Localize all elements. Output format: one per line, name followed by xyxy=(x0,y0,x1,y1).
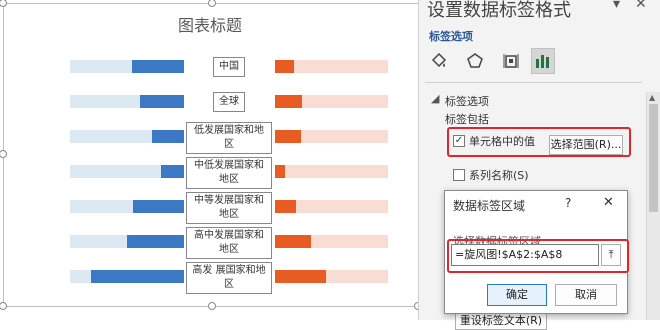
left-bar[interactable] xyxy=(133,200,184,213)
category-label-line: 全球 xyxy=(219,96,239,107)
value-from-cells-label: 单元格中的值 xyxy=(469,135,535,148)
cancel-button[interactable]: 取消 xyxy=(555,284,617,306)
data-label-range-dialog: 数据标签区域 ? ✕ 选择数据标签区域 =旋风图!$A$2:$A$8 ⤒ 确定 … xyxy=(444,190,629,314)
series-name-checkbox[interactable] xyxy=(453,169,465,181)
right-bar[interactable] xyxy=(275,200,296,213)
pane-scrollbar[interactable]: ▲ xyxy=(646,92,660,320)
category-label-line: 中国 xyxy=(219,61,239,72)
left-bar[interactable] xyxy=(140,95,184,108)
scrollbar-thumb[interactable] xyxy=(649,104,658,212)
category-label-line: 区 xyxy=(224,279,234,290)
value-from-cells-checkbox[interactable]: ✓ xyxy=(453,135,465,147)
group-title[interactable]: 标签选项 xyxy=(445,93,489,109)
right-bar[interactable] xyxy=(275,60,294,73)
tab-divider xyxy=(425,82,642,83)
close-icon[interactable]: ✕ xyxy=(603,195,614,210)
chart-area[interactable]: 图表标题 中国 全球 低发展国家和地区中低发展国家和 地区 中等发展国家和 地区 高中发展国… xyxy=(0,0,423,320)
right-bar[interactable] xyxy=(275,95,302,108)
left-bar[interactable] xyxy=(127,235,184,248)
category-label-line: 高发 展国家和地 xyxy=(192,265,266,276)
category-label[interactable]: 高中发展国家和 地区 xyxy=(186,227,272,259)
category-label[interactable]: 中低发展国家和 地区 xyxy=(186,157,272,189)
range-input[interactable]: =旋风图!$A$2:$A$8 xyxy=(451,244,599,266)
pentagon-icon xyxy=(467,53,483,68)
pane-title: 设置数据标签格式 xyxy=(427,0,571,21)
right-bar[interactable] xyxy=(275,270,326,283)
tab-fill-line[interactable] xyxy=(427,48,451,74)
category-label-line: 高中发展国家和 xyxy=(194,230,264,241)
label-contains-heading: 标签包括 xyxy=(445,113,489,126)
chart-title[interactable]: 图表标题 xyxy=(0,12,420,36)
category-label[interactable]: 全球 xyxy=(213,92,245,112)
category-label[interactable]: 中国 xyxy=(213,57,245,77)
left-bar[interactable] xyxy=(132,60,184,73)
category-label-line: 地区 xyxy=(219,209,239,220)
dialog-title: 数据标签区域 xyxy=(453,199,526,213)
paint-bucket-icon xyxy=(431,52,447,68)
tab-label-options[interactable] xyxy=(531,48,555,74)
resize-handle-bm[interactable] xyxy=(208,302,216,310)
category-label-line: 中低发展国家和 xyxy=(194,160,264,171)
right-bar[interactable] xyxy=(275,235,311,248)
scroll-up-icon[interactable]: ▲ xyxy=(649,93,655,102)
pane-close-icon[interactable]: ✕ xyxy=(635,0,647,12)
collapse-dialog-button[interactable]: ⤒ xyxy=(601,244,621,266)
size-properties-icon xyxy=(503,54,519,68)
bar-chart-icon xyxy=(536,55,549,68)
left-bar[interactable] xyxy=(152,130,184,143)
right-bar[interactable] xyxy=(275,130,301,143)
section-label[interactable]: 标签选项 xyxy=(429,28,473,44)
ok-button[interactable]: 确定 xyxy=(487,284,547,306)
left-bar[interactable] xyxy=(91,270,184,283)
category-label[interactable]: 中等发展国家和 地区 xyxy=(186,192,272,224)
collapse-arrow-icon: ⤒ xyxy=(608,248,614,261)
select-range-button[interactable]: 选择范围(R)... xyxy=(549,135,623,155)
category-label-line: 地区 xyxy=(219,174,239,185)
reset-label-text-button[interactable]: 重设标签文本(R) xyxy=(455,312,547,330)
left-bar[interactable] xyxy=(161,165,184,178)
category-label-line: 区 xyxy=(224,139,234,150)
resize-handle-bl[interactable] xyxy=(0,302,7,310)
help-button[interactable]: ? xyxy=(565,196,571,210)
group-expand-icon[interactable]: ◢ xyxy=(431,92,439,105)
series-name-label: 系列名称(S) xyxy=(469,169,529,182)
tab-effects[interactable] xyxy=(463,48,487,74)
tab-size-properties[interactable] xyxy=(499,48,523,74)
pane-collapse-icon[interactable]: ▾ xyxy=(613,0,620,12)
checkmark-icon: ✓ xyxy=(454,135,464,146)
category-label-line: 中等发展国家和 xyxy=(194,195,264,206)
category-label-line: 低发展国家和地 xyxy=(194,125,264,136)
right-bar[interactable] xyxy=(275,165,285,178)
category-label-line: 地区 xyxy=(219,244,239,255)
category-label[interactable]: 高发 展国家和地区 xyxy=(186,262,272,294)
category-label[interactable]: 低发展国家和地区 xyxy=(186,122,272,154)
right-track[interactable] xyxy=(275,165,388,178)
